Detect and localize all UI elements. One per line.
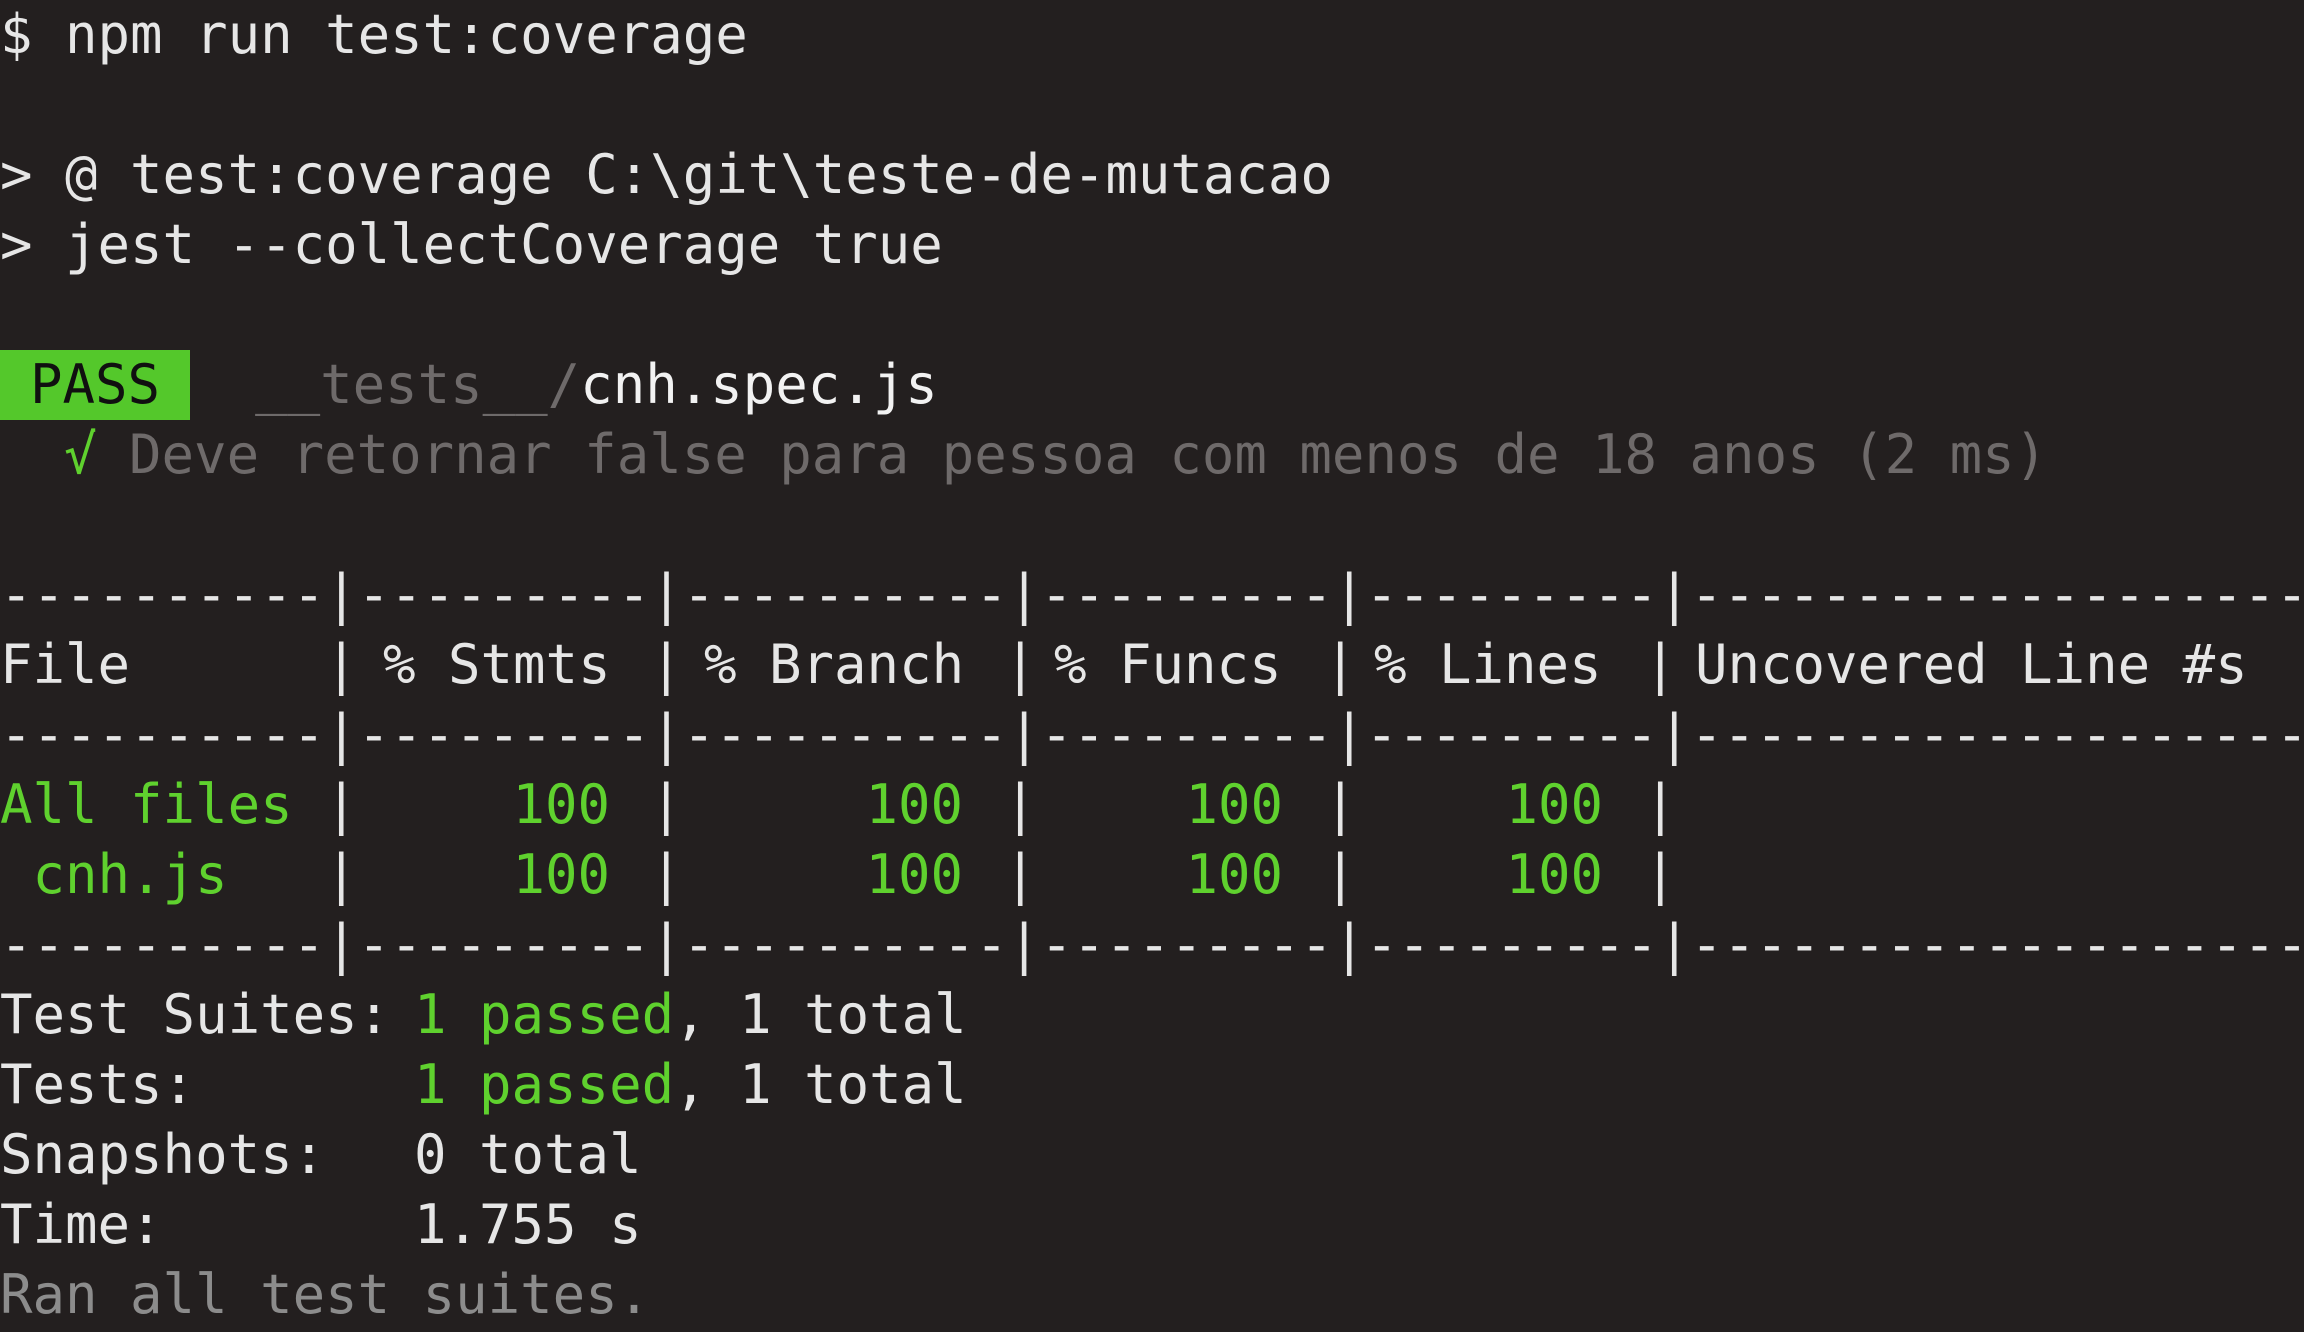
table-divider-bottom: ----------|---------|----------|--------…	[0, 913, 2304, 976]
test-file-name: cnh.spec.js	[580, 353, 938, 416]
terminal-window: $ npm run test:coverage > @ test:coverag…	[0, 0, 2304, 1332]
header-funcs: % Funcs	[1054, 633, 1282, 696]
test-case-text: Deve retornar false para pessoa com meno…	[129, 423, 2048, 486]
summary-tests: Tests: 1 passed, 1 total	[0, 1050, 2304, 1120]
table-divider-mid: ----------|---------|----------|--------…	[0, 703, 2304, 766]
ran-all-message: Ran all test suites.	[0, 1263, 651, 1326]
header-uncovered: Uncovered Line #s	[1695, 633, 2248, 696]
header-lines: % Lines	[1374, 633, 1602, 696]
snapshots-label: Snapshots:	[0, 1123, 326, 1186]
suites-label: Test Suites:	[0, 983, 391, 1046]
column-separator: |	[1004, 773, 1037, 836]
tests-passed: 1 passed	[414, 1053, 675, 1116]
column-separator: |	[650, 633, 683, 696]
time-label: Time:	[0, 1193, 163, 1256]
column-separator: |	[1324, 773, 1357, 836]
column-separator: |	[325, 633, 358, 696]
suites-passed: 1 passed	[414, 983, 675, 1046]
snapshots-value: 0 total	[414, 1123, 642, 1186]
pass-badge: PASS	[0, 350, 191, 420]
test-case-row: √ Deve retornar false para pessoa com me…	[64, 420, 2047, 490]
check-icon: √	[64, 423, 97, 486]
column-separator: |	[1004, 633, 1037, 696]
test-result-header: PASS __tests__/cnh.spec.js	[0, 350, 938, 420]
column-separator: |	[1004, 843, 1037, 906]
table-header-row: File | % Stmts | % Branch | % Funcs | % …	[0, 630, 2304, 700]
column-separator: |	[650, 843, 683, 906]
column-separator: |	[1644, 843, 1677, 906]
row-lines: 100	[1505, 843, 1603, 906]
column-separator: |	[325, 773, 358, 836]
test-file-dir: __tests__/	[255, 353, 581, 416]
script-line-1: > @ test:coverage C:\git\teste-de-mutaca…	[0, 143, 1333, 206]
row-funcs: 100	[1185, 773, 1283, 836]
row-stmts: 100	[512, 843, 610, 906]
column-separator: |	[650, 773, 683, 836]
column-separator: |	[1324, 633, 1357, 696]
column-separator: |	[1644, 773, 1677, 836]
header-file: File	[0, 633, 131, 696]
row-branch: 100	[865, 773, 963, 836]
column-separator: |	[1324, 843, 1357, 906]
header-stmts: % Stmts	[383, 633, 611, 696]
time-value: 1.755 s	[414, 1193, 642, 1256]
summary-time: Time: 1.755 s	[0, 1190, 2304, 1260]
summary-suites: Test Suites: 1 passed, 1 total	[0, 980, 2304, 1050]
row-lines: 100	[1505, 773, 1603, 836]
table-row: cnh.js | 100 | 100 | 100 | 100 |	[0, 840, 2304, 910]
tests-label: Tests:	[0, 1053, 196, 1116]
tests-total: , 1 total	[674, 1053, 967, 1116]
column-separator: |	[325, 843, 358, 906]
row-file: All files	[0, 773, 293, 836]
header-branch: % Branch	[704, 633, 965, 696]
command-prompt: $ npm run test:coverage	[0, 3, 748, 66]
row-branch: 100	[865, 843, 963, 906]
summary-snapshots: Snapshots: 0 total	[0, 1120, 2304, 1190]
script-line-2: > jest --collectCoverage true	[0, 213, 943, 276]
column-separator: |	[1644, 633, 1677, 696]
row-funcs: 100	[1185, 843, 1283, 906]
table-row: All files | 100 | 100 | 100 | 100 |	[0, 770, 2304, 840]
suites-total: , 1 total	[674, 983, 967, 1046]
row-file: cnh.js	[0, 843, 228, 906]
table-divider-top: ----------|---------|----------|--------…	[0, 563, 2304, 626]
row-stmts: 100	[512, 773, 610, 836]
